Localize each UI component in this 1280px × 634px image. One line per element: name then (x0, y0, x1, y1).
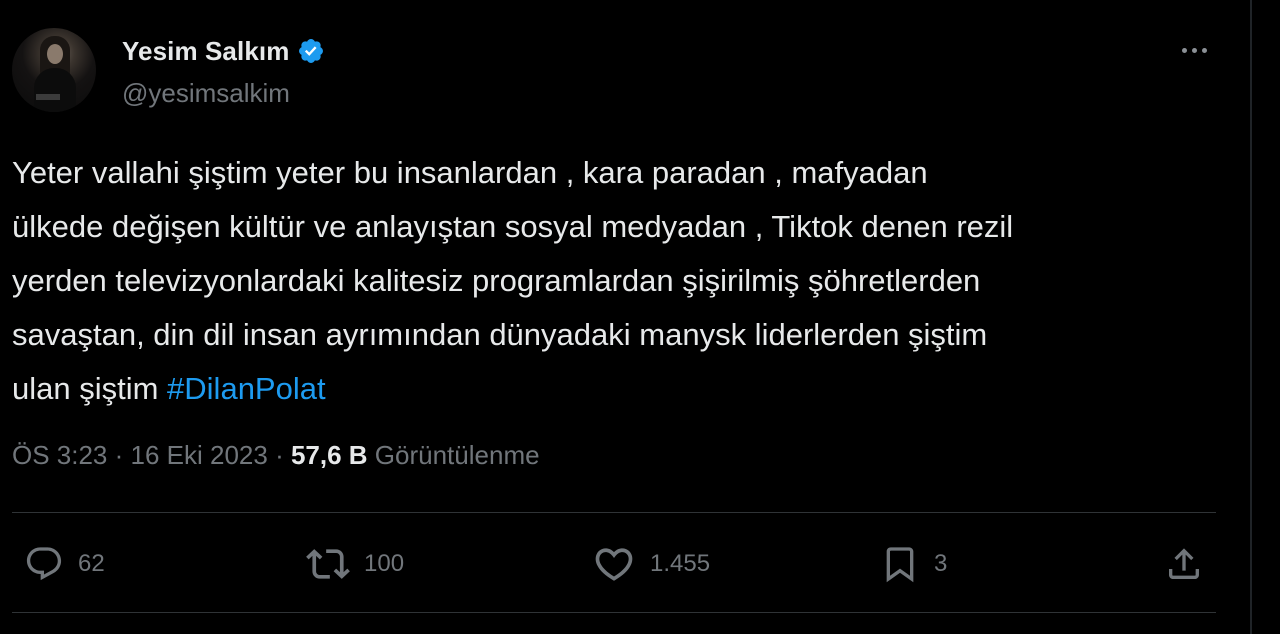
reply-icon (26, 547, 62, 581)
tweet-date[interactable]: 16 Eki 2023 (131, 440, 268, 470)
reply-button[interactable]: 62 (24, 542, 105, 586)
retweet-count: 100 (364, 550, 405, 577)
like-count: 1.455 (650, 550, 711, 577)
meta-separator: · (267, 440, 291, 470)
divider (12, 512, 1216, 513)
tweet-line: savaştan, din dil insan ayrımından dünya… (12, 317, 988, 352)
tweet-card: Yesim Salkım @yesimsalkim Yeter vallahi … (0, 0, 1250, 634)
views-count: 57,6 B (290, 440, 368, 470)
more-options-icon[interactable] (1176, 40, 1212, 60)
reply-count: 62 (78, 550, 105, 577)
tweet-meta: ÖS 3:23 · 16 Eki 2023 · 57,6 B Görüntüle… (12, 440, 540, 471)
bookmark-button[interactable]: 3 (880, 542, 947, 586)
tweet-line: yerden televizyonlardaki kalitesiz progr… (12, 263, 981, 298)
share-icon (1169, 548, 1199, 579)
tweet-text: Yeter vallahi şiştim yeter bu insanlarda… (12, 146, 1232, 416)
retweet-icon (306, 549, 350, 579)
more-dot (1201, 47, 1207, 53)
bookmark-icon (886, 547, 914, 583)
bookmark-count: 3 (934, 550, 948, 577)
hashtag-link[interactable]: #DilanPolat (167, 371, 326, 406)
tweet-line: ulan şiştim (12, 371, 168, 406)
share-button[interactable] (1164, 542, 1204, 586)
meta-separator: · (107, 440, 131, 470)
more-dot (1191, 47, 1197, 53)
author-handle[interactable]: @yesimsalkim (122, 78, 290, 109)
author-display-name[interactable]: Yesim Salkım (122, 36, 289, 67)
views-label: Görüntülenme (374, 440, 540, 470)
tweet-time[interactable]: ÖS 3:23 (12, 440, 107, 470)
avatar-face (47, 44, 63, 64)
tweet-line: ülkede değişen kültür ve anlayıştan sosy… (12, 209, 1014, 244)
verified-badge-icon[interactable] (297, 37, 325, 65)
heart-icon (595, 548, 633, 581)
author-name-row: Yesim Salkım (122, 34, 325, 68)
avatar-brand-mark (36, 94, 60, 100)
retweet-button[interactable]: 100 (306, 542, 404, 586)
avatar[interactable] (12, 28, 96, 112)
column-border (1250, 0, 1252, 634)
like-button[interactable]: 1.455 (592, 542, 710, 586)
avatar-body (34, 68, 76, 112)
more-dot (1181, 47, 1187, 53)
tweet-line: Yeter vallahi şiştim yeter bu insanlarda… (12, 155, 928, 190)
divider (12, 612, 1216, 613)
